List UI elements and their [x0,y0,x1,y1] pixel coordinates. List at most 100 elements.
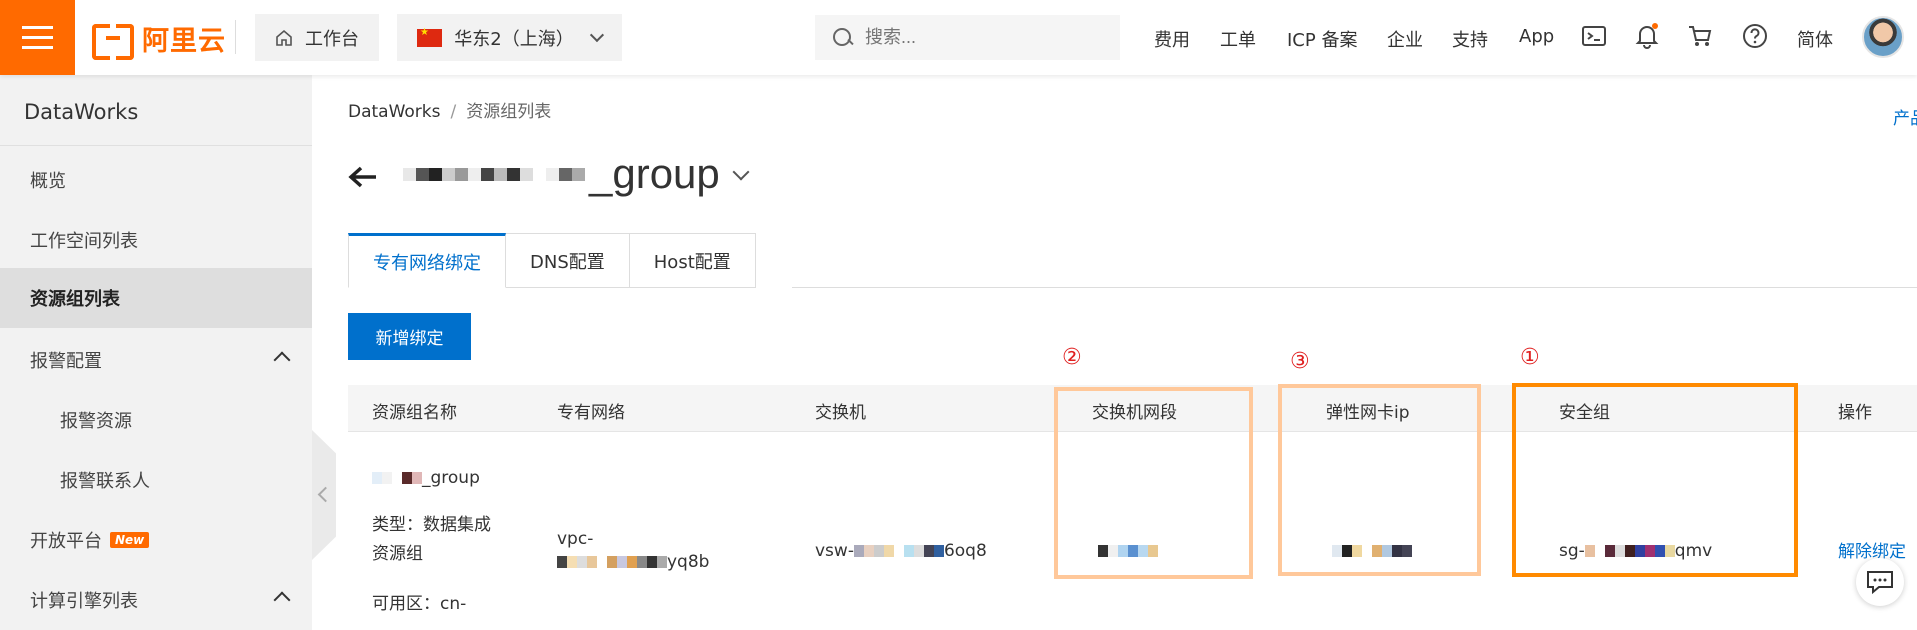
aliyun-logo[interactable]: 阿里云 [92,18,226,60]
sidebar-item-open-platform[interactable]: 开放平台 New [0,510,312,570]
chat-support-button[interactable] [1856,558,1904,606]
redacted-text [933,545,944,557]
zone-label: 可用区：cn- [372,594,467,614]
redacted-text [567,556,577,568]
redacted-text [893,545,904,557]
redacted-text [647,556,657,568]
nav-tickets[interactable]: 工单 [1220,26,1256,52]
chevron-up-icon [273,351,291,369]
workbench-label: 工作台 [305,28,359,50]
language-switch[interactable]: 简体 [1797,26,1833,52]
tab-vpc-binding[interactable]: 专有网络绑定 [348,233,506,288]
redacted-text [627,556,637,568]
sidebar-item-alert-contacts[interactable]: 报警联系人 [0,450,312,510]
sidebar-item-label: 计算引擎列表 [30,591,138,612]
column-header: 资源组名称 [372,403,457,423]
sidebar-item-alert-resources[interactable]: 报警资源 [0,390,312,450]
page-title: _group [403,150,720,198]
annotation-marker-2: ② [1062,345,1082,370]
sidebar-title: DataWorks [24,100,139,124]
chat-icon [1867,571,1893,595]
tab-label: Host配置 [653,251,731,273]
logo-text: 阿里云 [142,25,226,57]
menu-icon[interactable] [0,0,75,75]
sidebar-item-compute-engines[interactable]: 计算引擎列表 [0,570,312,630]
column-header: 专有网络 [557,403,625,423]
divider [235,20,236,54]
search-input[interactable] [865,27,1105,48]
vpc-id-suffix: yq8b [667,552,710,572]
redacted-text [617,556,627,568]
sidebar-item-resource-groups[interactable]: 资源组列表 [0,268,312,328]
aliyun-logo-icon [92,24,134,60]
redacted-text [402,472,412,484]
sidebar-item-label: 开放平台 [30,531,102,552]
terminal-icon[interactable] [1580,22,1608,50]
redacted-text [903,545,914,557]
new-badge: New [110,532,150,548]
vpc-id: yq8b [557,548,709,577]
sidebar-item-workspaces[interactable]: 工作空间列表 [0,210,312,270]
resource-group-type-2: 资源组 [372,544,423,564]
redacted-text [913,545,924,557]
annotation-marker-3: ③ [1290,349,1310,374]
redacted-text [923,545,934,557]
bell-icon[interactable] [1633,22,1661,50]
sidebar-item-label: 概览 [30,171,66,192]
sidebar-item-label: 资源组列表 [30,289,120,310]
nav-app[interactable]: App [1519,26,1554,47]
redacted-text [657,556,667,568]
tab-bar: 专有网络绑定 DNS配置 Host配置 [348,233,756,288]
sidebar: DataWorks 概览 工作空间列表 资源组列表 报警配置 报警资源 报警联系… [0,75,312,630]
group-name-suffix: _group [422,468,480,488]
redacted-text [403,167,585,181]
help-icon[interactable] [1741,22,1769,50]
china-flag-icon [417,27,443,47]
nav-support[interactable]: 支持 [1452,26,1488,52]
add-binding-button[interactable]: 新增绑定 [348,313,471,360]
workbench-button[interactable]: 工作台 [255,14,379,61]
product-link[interactable]: 产品 [1893,104,1917,129]
avatar[interactable] [1862,16,1904,58]
nav-icp[interactable]: ICP 备案 [1287,26,1357,52]
redacted-text [557,556,567,568]
column-header: 操作 [1838,403,1872,423]
redacted-text [873,545,884,557]
annotation-marker-1: ① [1520,345,1540,370]
home-icon [276,29,292,46]
sidebar-item-label: 工作空间列表 [30,231,138,252]
nav-enterprise[interactable]: 企业 [1387,26,1423,52]
search-icon [833,27,853,48]
chevron-up-icon [273,591,291,609]
tab-label: DNS配置 [530,251,605,273]
tab-dns-config[interactable]: DNS配置 [506,233,630,288]
annotation-box-vswitch-cidr [1054,387,1253,579]
back-arrow-icon[interactable] [348,165,378,189]
breadcrumb-separator: / [450,102,457,122]
sidebar-item-overview[interactable]: 概览 [0,150,312,210]
breadcrumb: DataWorks / 资源组列表 [348,97,551,122]
redacted-text [883,545,894,557]
redacted-text [372,472,382,484]
chevron-down-icon [590,28,605,42]
top-bar: 阿里云 工作台 华东2（上海） 费用 工单 ICP 备案 企业 支持 App 简… [0,0,1917,75]
breadcrumb-dataworks[interactable]: DataWorks [348,102,441,122]
sidebar-collapse-handle[interactable] [312,430,336,560]
tab-host-config[interactable]: Host配置 [629,233,756,288]
redacted-text [382,472,392,484]
annotation-box-eni-ip [1278,384,1481,576]
resource-group-type: 类型：数据集成 [372,515,491,535]
search-box[interactable] [815,15,1120,60]
redacted-text [412,472,422,484]
cart-icon[interactable] [1686,22,1714,50]
chevron-down-icon[interactable] [732,163,750,181]
annotation-box-security-group [1512,383,1798,577]
vswitch-id: vsw- 6oq8 [815,537,987,566]
resource-group-name: _group [372,464,480,493]
divider [0,145,312,146]
tab-label: 专有网络绑定 [373,252,481,274]
region-selector[interactable]: 华东2（上海） [397,14,622,61]
nav-billing[interactable]: 费用 [1154,26,1190,52]
sidebar-item-label: 报警配置 [30,351,102,372]
sidebar-item-alert-config[interactable]: 报警配置 [0,330,312,390]
